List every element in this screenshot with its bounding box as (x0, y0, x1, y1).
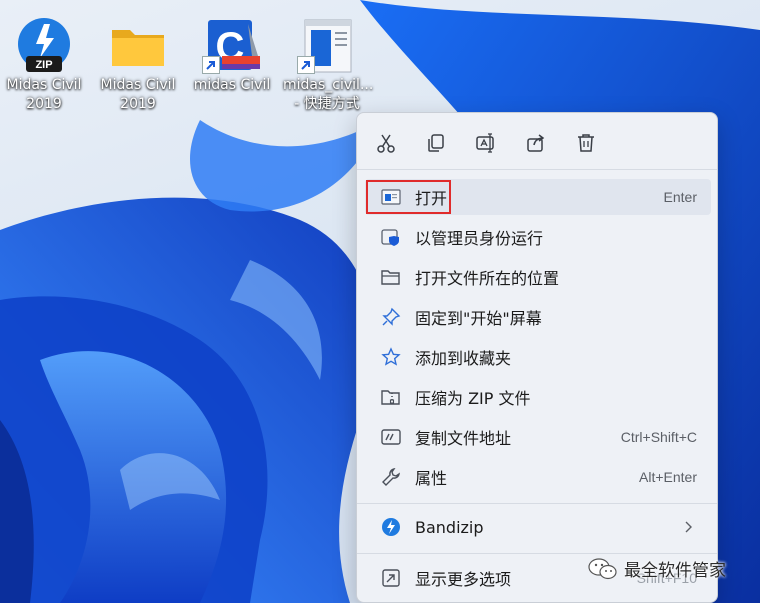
rename-icon (476, 133, 494, 153)
menu-item-label: 以管理员身份运行 (415, 229, 544, 248)
menu-item-label: 复制文件地址 (415, 429, 512, 448)
svg-text:ZIP: ZIP (35, 59, 52, 71)
wrench-icon (379, 465, 403, 489)
desktop-icon-label: 2019 (120, 96, 156, 112)
menu-item-label: 固定到"开始"屏幕 (415, 309, 542, 328)
admin-shield-icon (379, 225, 403, 249)
menu-item-label: 打开 (415, 189, 448, 208)
desktop-icon-label: - 快捷方式 (294, 96, 360, 112)
desktop-icon-label: Midas Civil (6, 77, 82, 93)
cut-button[interactable] (366, 125, 406, 161)
bandizip-icon (379, 515, 403, 539)
menu-separator (357, 503, 717, 504)
desktop-icon-midas-civil-shortcut[interactable]: midas_civil... - 快捷方式 (283, 16, 374, 114)
folder-icon (108, 16, 168, 76)
copy-path-icon (379, 425, 403, 449)
menu-item-label: 属性 (415, 469, 448, 488)
share-button[interactable] (516, 125, 556, 161)
more-options-icon (379, 566, 403, 590)
folder-outline-icon (379, 265, 403, 289)
cut-icon (377, 134, 395, 153)
desktop-icon-midas-civil-folder[interactable]: Midas Civil 2019 (94, 16, 182, 114)
menu-item-open-file-location[interactable]: 打开文件所在的位置 (365, 259, 711, 295)
menu-item-run-as-admin[interactable]: 以管理员身份运行 (365, 219, 711, 255)
menu-separator (357, 553, 717, 554)
watermark: 最全软件管家 (588, 556, 726, 581)
menu-separator (357, 169, 717, 170)
menu-item-compress-zip[interactable]: 压缩为 ZIP 文件 (365, 379, 711, 415)
wechat-icon (588, 557, 617, 579)
shortcut-arrow-icon (202, 56, 220, 74)
menu-item-shortcut: Ctrl+Shift+C (620, 429, 697, 445)
desktop-icon-midas-civil-app[interactable]: C midas Civil (188, 16, 276, 95)
menu-item-label: 添加到收藏夹 (415, 349, 512, 368)
quick-action-bar (357, 125, 717, 161)
copy-icon (428, 134, 444, 152)
menu-item-label: 压缩为 ZIP 文件 (415, 389, 531, 408)
delete-button[interactable] (566, 125, 606, 161)
annotation-highlight-box (366, 180, 451, 214)
desktop-icon-label: Midas Civil (100, 77, 176, 93)
desktop-icon-midas-civil-zip[interactable]: ZIP Midas Civil 2019 (0, 16, 88, 114)
chevron-right-icon (685, 521, 692, 533)
pin-icon (379, 305, 403, 329)
menu-item-label: 打开文件所在的位置 (415, 269, 560, 288)
menu-item-shortcut: Alt+Enter (639, 469, 697, 485)
menu-item-shortcut: Enter (663, 189, 697, 205)
menu-item-label: Bandizip (415, 517, 484, 537)
copy-button[interactable] (416, 125, 456, 161)
zip-archive-icon: ZIP (14, 16, 74, 76)
rename-button[interactable] (466, 125, 506, 161)
desktop-icon-label: 2019 (26, 96, 62, 112)
desktop-icon-label: midas Civil (193, 77, 271, 93)
document-shortcut-icon (297, 16, 357, 76)
menu-item-properties[interactable]: 属性 Alt+Enter (365, 459, 711, 495)
shortcut-arrow-icon (297, 56, 315, 74)
midas-civil-app-icon: C (202, 16, 262, 76)
menu-item-add-to-favorites[interactable]: 添加到收藏夹 (365, 339, 711, 375)
menu-item-bandizip[interactable]: Bandizip (365, 509, 711, 545)
watermark-text: 最全软件管家 (624, 561, 726, 581)
delete-icon (578, 134, 594, 152)
menu-item-pin-to-start[interactable]: 固定到"开始"屏幕 (365, 299, 711, 335)
zip-folder-icon (379, 385, 403, 409)
star-icon (379, 345, 403, 369)
share-icon (527, 134, 545, 152)
menu-item-copy-path[interactable]: 复制文件地址 Ctrl+Shift+C (365, 419, 711, 455)
desktop-icon-label: midas_civil... (283, 77, 374, 93)
